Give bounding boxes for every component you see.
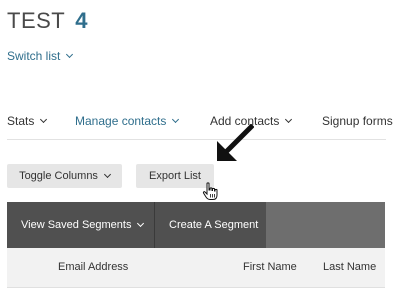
nav-item-label: Manage contacts (75, 114, 167, 128)
arrow-annotation-icon (217, 124, 254, 161)
column-header-first-name[interactable]: First Name (243, 261, 297, 273)
view-saved-segments-button[interactable]: View Saved Segments (21, 202, 145, 248)
create-segment-button[interactable]: Create A Segment (169, 202, 258, 248)
chevron-down-icon (172, 115, 180, 124)
segments-divider (154, 202, 155, 248)
switch-list-label: Switch list (7, 49, 61, 63)
view-saved-segments-label: View Saved Segments (21, 219, 132, 231)
list-count: 4 (75, 8, 88, 33)
nav-divider (7, 139, 386, 140)
chevron-down-icon (285, 115, 293, 124)
chevron-down-icon (137, 219, 145, 228)
chevron-down-icon (40, 115, 48, 124)
switch-list-dropdown[interactable]: Switch list (7, 49, 74, 63)
table-header: Email Address First Name Last Name (7, 248, 385, 288)
export-list-label: Export List (149, 170, 201, 182)
nav-item-signup-forms[interactable]: Signup forms (322, 114, 393, 128)
toggle-columns-label: Toggle Columns (19, 170, 98, 182)
nav-item-label: Signup forms (322, 114, 393, 128)
column-header-last-name[interactable]: Last Name (323, 261, 376, 273)
segments-bar-filler (266, 202, 385, 248)
column-header-email[interactable]: Email Address (58, 261, 128, 273)
nav-item-manage-contacts[interactable]: Manage contacts (75, 114, 180, 128)
list-name: TEST (7, 8, 66, 33)
nav-item-label: Stats (7, 114, 35, 128)
hand-cursor-icon (202, 182, 218, 200)
chevron-down-icon (103, 170, 111, 179)
create-segment-label: Create A Segment (169, 219, 259, 231)
segments-bar: View Saved Segments Create A Segment (7, 202, 385, 248)
toggle-columns-button[interactable]: Toggle Columns (7, 164, 122, 188)
chevron-down-icon (66, 50, 74, 59)
page-title: TEST 4 (7, 8, 87, 42)
nav-item-stats[interactable]: Stats (7, 114, 48, 128)
